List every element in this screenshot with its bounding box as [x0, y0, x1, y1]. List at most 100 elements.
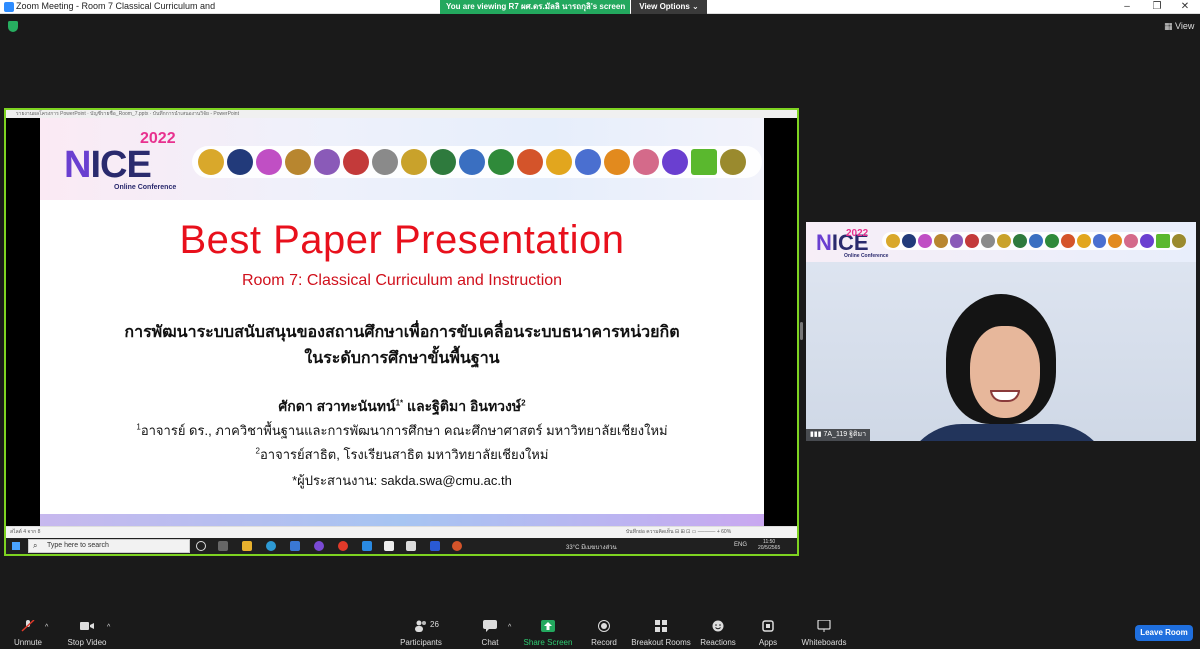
university-logo-icon [198, 149, 224, 175]
leave-room-button[interactable]: Leave Room [1135, 625, 1193, 641]
close-button[interactable]: ✕ [1170, 0, 1200, 14]
university-logo-icon [372, 149, 398, 175]
security-shield-icon[interactable] [8, 21, 18, 32]
video-options-caret[interactable]: ^ [107, 624, 110, 631]
audio-options-caret[interactable]: ^ [45, 624, 48, 631]
windows-taskbar: ⌕ Type here to search 33°C มีเมฆบางส่วน … [6, 538, 797, 554]
university-logo-icon [401, 149, 427, 175]
university-logo-icon [1124, 234, 1139, 248]
university-logo-icon [981, 234, 996, 248]
participants-button[interactable]: 26 Participants [386, 612, 456, 649]
participant-video-tile[interactable]: NICE 2022 Online Conference ▮▮▮ 7A_119 ฐ… [806, 222, 1196, 441]
university-logo-icon [965, 234, 980, 248]
mail-icon [290, 541, 300, 551]
nice-logo-year: 2022 [846, 228, 869, 239]
university-logo-icon [430, 149, 456, 175]
university-logo-icon [901, 234, 916, 248]
university-logo-icon [1140, 234, 1155, 248]
university-logo-icon [575, 149, 601, 175]
meeting-toolbar: Unmute ^ Stop Video ^ 26 Participants Ch… [0, 612, 1200, 649]
university-logo-icon [886, 234, 900, 248]
university-logo-icon [949, 234, 964, 248]
university-logo-icon [546, 149, 572, 175]
nice-logo-n: N [816, 230, 832, 255]
nice-logo-subtitle: Online Conference [844, 253, 889, 259]
grid-icon: ▦ [1164, 21, 1176, 31]
video-camera-icon [80, 622, 94, 630]
university-logo-icon [1076, 234, 1091, 248]
participants-icon [415, 620, 426, 632]
paper-title-line1: การพัฒนาระบบสนับสนุนของสถานศึกษาเพื่อการ… [124, 324, 680, 341]
university-logo-icon [1029, 234, 1043, 248]
slide-footer-band [40, 514, 764, 526]
taskbar-search: ⌕ Type here to search [28, 539, 190, 553]
university-logo-icon [997, 234, 1012, 248]
signal-bars-icon: ▮▮▮ [810, 431, 824, 438]
university-logo-icon [1172, 234, 1186, 248]
chrome-icon [338, 541, 348, 551]
zoom-icon [362, 541, 372, 551]
participant-body [902, 424, 1112, 441]
taskbar-date: 20/5/2565 [758, 545, 781, 551]
zoom-app-icon [4, 2, 14, 12]
taskbar-clock: 11:50 20/5/2565 [758, 539, 780, 551]
input-language: ENG [734, 542, 748, 548]
university-logo-icon [1013, 234, 1028, 248]
whiteboard-icon [817, 620, 831, 632]
view-button[interactable]: ▦ View [1164, 21, 1194, 32]
windows-start-icon [12, 542, 20, 550]
file-explorer-icon [242, 541, 252, 551]
stop-video-button[interactable]: Stop Video [52, 612, 122, 649]
breakout-rooms-icon [655, 620, 667, 632]
slide-header-banner: 2022 NICE Online Conference [40, 118, 764, 200]
slide-counter: สไลด์ 4 จาก 8 [10, 529, 41, 535]
presentation-slide: 2022 NICE Online Conference Best Paper P… [40, 118, 764, 526]
university-logos-strip [192, 146, 762, 178]
video-background [806, 262, 1196, 441]
author-2-mark: 2 [521, 398, 526, 408]
university-logo-icon [343, 149, 369, 175]
app-icon [384, 541, 394, 551]
edge-icon [266, 541, 276, 551]
university-logo-icon [662, 149, 688, 175]
nice-logo-subtitle: Online Conference [114, 184, 177, 191]
search-icon: ⌕ [33, 541, 38, 550]
whiteboards-button[interactable]: Whiteboards [789, 612, 859, 649]
panel-resize-handle[interactable] [800, 322, 803, 340]
affiliation-2-text: อาจารย์สาธิต, โรงเรียนสาธิต มหาวิทยาลัยเ… [260, 447, 549, 462]
university-logo-icon [917, 234, 932, 248]
university-logo-icon [459, 149, 485, 175]
cortana-icon [196, 541, 206, 551]
university-logo-icon [285, 149, 311, 175]
teams-icon [314, 541, 324, 551]
powerpoint-icon [452, 541, 462, 551]
minimize-button[interactable]: – [1112, 0, 1142, 14]
powerpoint-statusbar: สไลด์ 4 จาก 8 บันทึกย่อ ความคิดเห็น ⊟ ⊞ … [6, 526, 797, 538]
powerpoint-title: รายงานผลโครงการ PowerPoint · บัญชีรายชื่… [16, 111, 239, 117]
university-logos-strip [882, 232, 1186, 250]
paper-authors: ศักดา สวาทะนันทน์1* และฐิติมา อินทวงษ์2 [40, 396, 764, 418]
university-logo-icon [720, 149, 746, 175]
university-logo-icon [604, 149, 630, 175]
nice-logo: NICE [64, 144, 152, 187]
university-logo-icon [1156, 234, 1171, 248]
whiteboards-label: Whiteboards [801, 638, 847, 647]
view-options-button[interactable]: View Options ⌄ [631, 0, 707, 14]
chat-options-caret[interactable]: ^ [508, 624, 511, 631]
author-2: และฐิติมา อินทวงษ์ [403, 398, 522, 414]
chat-icon [483, 620, 497, 632]
participants-count: 26 [430, 620, 439, 629]
university-logo-icon [1060, 234, 1075, 248]
window-title: Zoom Meeting - Room 7 Classical Curricul… [16, 1, 216, 11]
viewing-screen-banner: You are viewing R7 ผศ.ดร.มัลลิ นารถกุลิ'… [440, 0, 630, 14]
university-logo-icon [227, 149, 253, 175]
university-logo-icon [1108, 234, 1123, 248]
restore-button[interactable]: ❐ [1142, 0, 1172, 14]
record-icon [598, 620, 610, 632]
author-1: ศักดา สวาทะนันทน์ [278, 398, 396, 414]
participants-label: Participants [400, 638, 442, 647]
virtual-background-header: NICE 2022 Online Conference [806, 222, 1196, 262]
university-logo-icon [517, 149, 543, 175]
slide-title: Best Paper Presentation [179, 218, 625, 262]
university-logo-icon [256, 149, 282, 175]
